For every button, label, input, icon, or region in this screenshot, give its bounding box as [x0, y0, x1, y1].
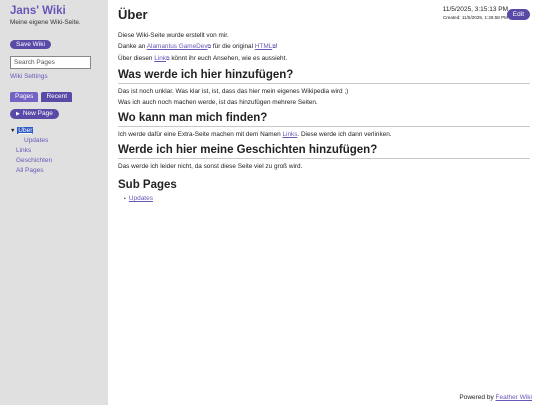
section-text: Was ich auch noch machen werde, ist das …: [118, 99, 318, 106]
caret-down-icon[interactable]: ▼: [10, 128, 15, 134]
wiki-description: Meine eigene Wiki-Seite.: [10, 19, 81, 26]
sidebar: Jans' Wiki Meine eigene Wiki-Seite. Save…: [0, 0, 108, 405]
subpage-link-updates[interactable]: Updates: [129, 195, 153, 202]
preview-link[interactable]: Link: [154, 55, 166, 62]
search-input[interactable]: [10, 56, 91, 69]
alamantus-link[interactable]: Alamantus GameDev: [147, 43, 208, 50]
intro-line-1: Diese Wiki-Seite wurde erstellt von mir.: [118, 32, 229, 39]
tree-item-current[interactable]: ▼ Über: [10, 126, 108, 136]
text: für die original: [211, 43, 255, 50]
section-heading: Was werde ich hier hinzufügen?: [118, 68, 530, 84]
subpages-list: Updates: [118, 195, 530, 202]
links-page-link[interactable]: Links: [282, 131, 297, 138]
article-body: Diese Wiki-Seite wurde erstellt von mir.…: [118, 30, 530, 202]
html-link[interactable]: HTML: [255, 43, 272, 50]
section-text: Das ist noch unklar. Was klar ist, ist, …: [118, 88, 349, 95]
page-meta: 11/5/2025, 3:15:13 PM Created: 11/5/2025…: [443, 6, 508, 20]
section-heading: Werde ich hier meine Geschichten hinzufü…: [118, 143, 530, 159]
text: !: [275, 43, 278, 50]
new-page-button[interactable]: ▶ New Page: [10, 109, 59, 119]
text: Danke an: [118, 43, 147, 50]
text: . Diese werde ich dann verlinken.: [297, 131, 392, 138]
tree-item-all-pages[interactable]: All Pages: [10, 166, 108, 176]
text: Ich werde dafür eine Extra-Seite machen …: [118, 131, 283, 138]
section-text: Das werde ich leider nicht, da sonst die…: [118, 163, 303, 170]
feather-wiki-link[interactable]: Feather Wiki: [496, 394, 532, 401]
triangle-right-icon: ▶: [16, 111, 20, 117]
tree-item-geschichten[interactable]: Geschichten: [10, 156, 108, 166]
tab-recent[interactable]: Recent: [41, 92, 73, 102]
tree-item-label[interactable]: Über: [17, 127, 34, 134]
created-date: Created: 11/5/2025, 1:26:58 PM: [442, 15, 508, 20]
subpages-heading: Sub Pages: [118, 179, 177, 191]
save-wiki-button[interactable]: Save Wiki: [10, 40, 51, 49]
footer-text: Powered by: [459, 394, 496, 401]
tab-pages[interactable]: Pages: [10, 92, 39, 102]
section-text: Ich werde dafür eine Extra-Seite machen …: [118, 129, 530, 140]
edit-button[interactable]: Edit: [506, 9, 530, 20]
page-tree: ▼ Über Updates Links Geschichten All Pag…: [10, 126, 108, 176]
list-item: Updates: [124, 195, 530, 202]
intro-line-3: Über diesen Link⧉ könnt ihr euch Ansehen…: [118, 53, 530, 65]
modified-date: 11/5/2025, 3:15:13 PM: [442, 6, 508, 13]
text: könnt ihr euch Ansehen, wie es aussieht.: [169, 55, 288, 62]
new-page-label: New Page: [22, 110, 53, 117]
text: Über diesen: [118, 55, 155, 62]
wiki-settings-link[interactable]: Wiki Settings: [10, 73, 108, 80]
section-heading: Wo kann man mich finden?: [118, 111, 530, 127]
footer: Powered by Feather Wiki: [459, 394, 532, 401]
wiki-title[interactable]: Jans' Wiki: [10, 5, 108, 18]
tree-item-updates[interactable]: Updates: [10, 136, 108, 146]
sidebar-tabs: Pages Recent: [10, 92, 108, 102]
intro-line-2: Danke an Alamantus GameDev⧉ für die orig…: [118, 41, 530, 53]
page-title: Über: [118, 7, 148, 22]
tree-item-links[interactable]: Links: [10, 146, 108, 156]
